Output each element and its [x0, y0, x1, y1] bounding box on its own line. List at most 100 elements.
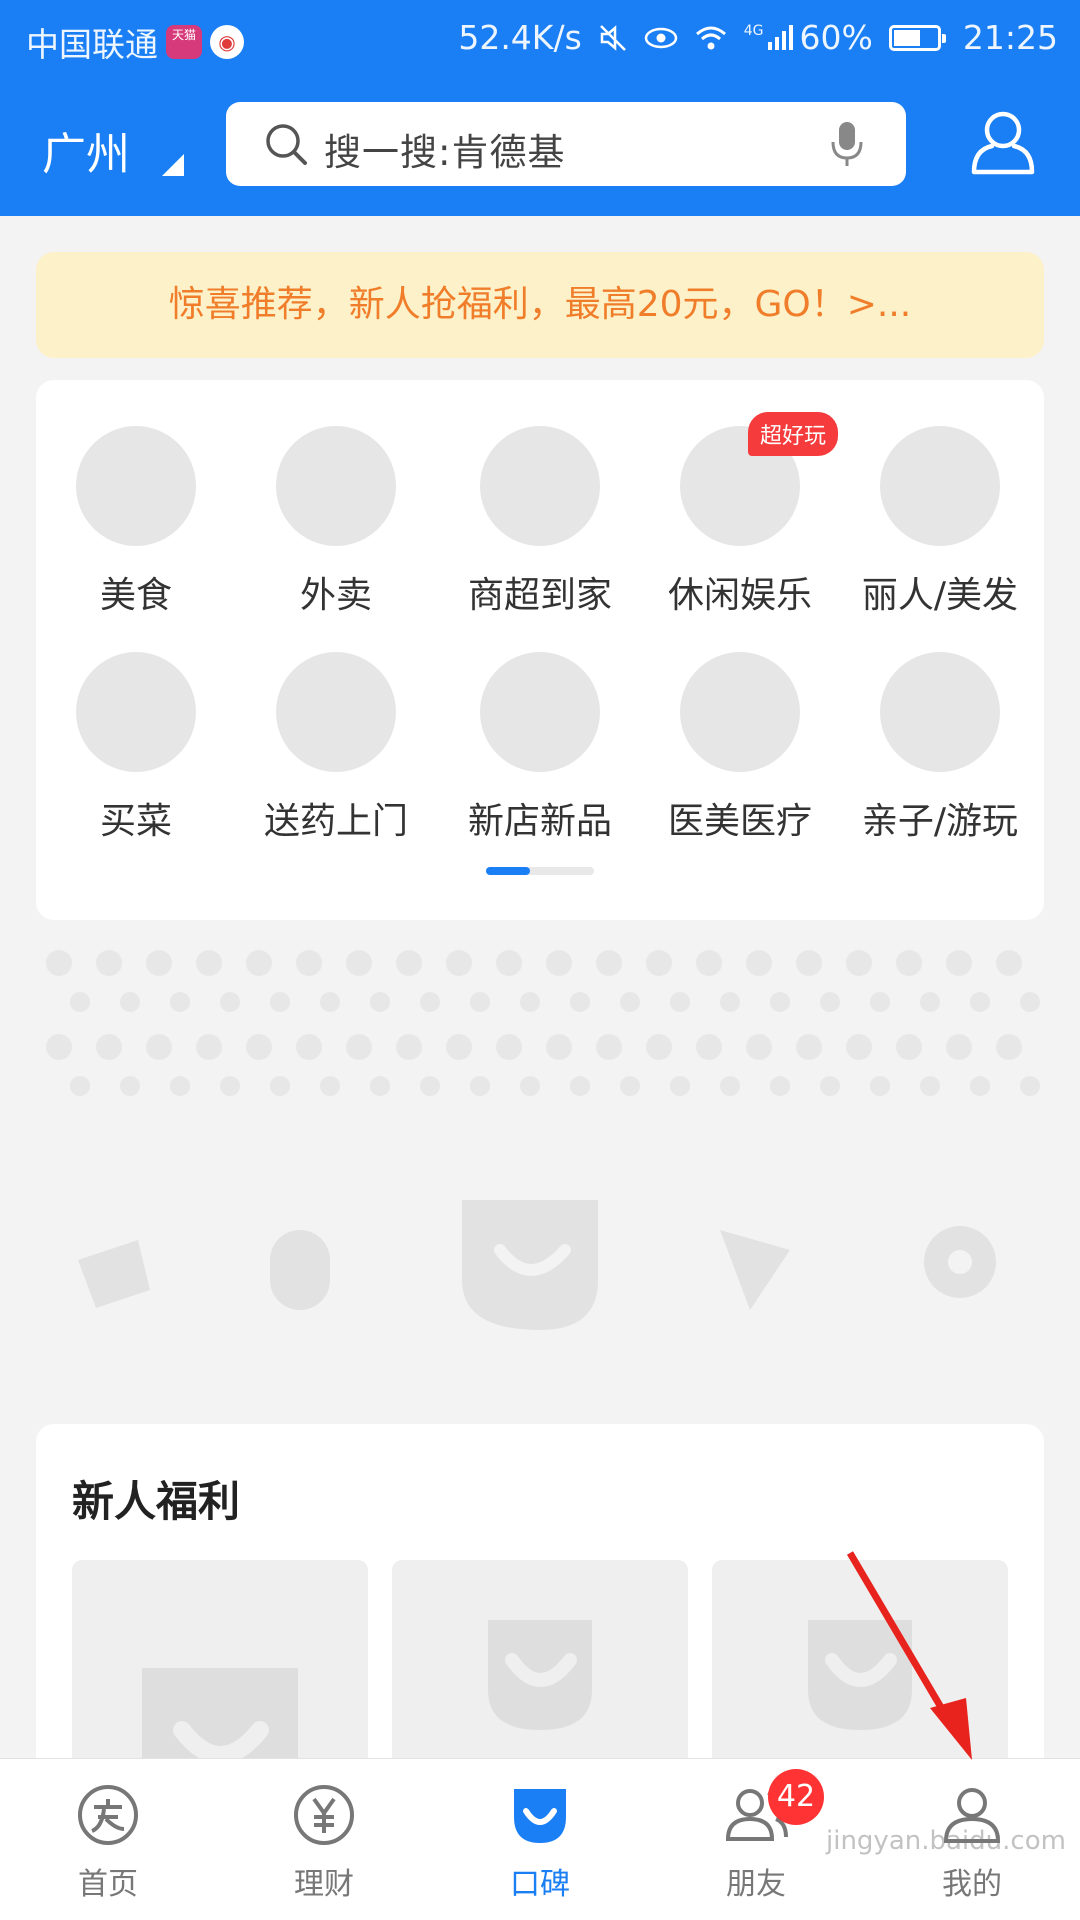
tab-label: 朋友	[726, 1867, 786, 1902]
pattern-glyph	[770, 1076, 790, 1096]
category-item[interactable]: 送药上门	[236, 652, 436, 844]
wifi-icon	[695, 26, 726, 49]
category-label: 丽人/美发	[861, 575, 1019, 616]
category-item[interactable]: 美食	[36, 426, 236, 618]
pattern-glyph	[120, 1076, 140, 1096]
promo-banner[interactable]: 惊喜推荐，新人抢福利，最高20元，GO！>...	[36, 252, 1044, 358]
category-label: 买菜	[99, 801, 172, 842]
pattern-glyph	[1020, 1076, 1040, 1096]
pattern-glyph	[220, 992, 240, 1012]
category-item[interactable]: 休闲娱乐 超好玩	[640, 412, 840, 618]
pattern-glyph	[346, 950, 372, 976]
search-bar[interactable]: 搜一搜:肯德基	[226, 102, 906, 186]
pattern-glyph	[246, 950, 272, 976]
pattern-glyph	[746, 950, 772, 976]
pattern-glyph	[620, 992, 640, 1012]
tab-yuan[interactable]: 理财	[216, 1759, 432, 1920]
section-title: 新人福利	[72, 1477, 241, 1526]
baidu-watermark: jingyan.baidu.com	[826, 1826, 1066, 1856]
decorative-icon-row	[78, 1200, 996, 1330]
pattern-glyph	[846, 950, 872, 976]
pattern-glyph	[370, 1076, 390, 1096]
pattern-glyph	[196, 1034, 222, 1060]
pattern-glyph	[296, 950, 322, 976]
pattern-glyph	[696, 950, 722, 976]
pattern-glyph	[920, 992, 940, 1012]
pattern-glyph	[320, 1076, 340, 1096]
pattern-glyph	[870, 1076, 890, 1096]
pattern-glyph	[120, 992, 140, 1012]
search-icon	[266, 124, 307, 165]
category-item[interactable]: 外卖	[236, 426, 436, 618]
yuan-icon	[292, 1783, 356, 1847]
pattern-glyph	[596, 950, 622, 976]
network-speed: 52.4K/s	[458, 18, 582, 57]
pattern-glyph	[520, 1076, 540, 1096]
category-icon	[880, 652, 1000, 772]
category-icon	[880, 426, 1000, 546]
pattern-glyph	[820, 1076, 840, 1096]
category-icon	[480, 652, 600, 772]
pattern-glyph	[646, 950, 672, 976]
pattern-glyph	[620, 1076, 640, 1096]
battery-percent: 60%	[799, 18, 873, 57]
pattern-glyph	[996, 950, 1022, 976]
city-dropdown-icon[interactable]	[162, 154, 184, 176]
pattern-glyph	[496, 950, 522, 976]
pattern-glyph	[496, 1034, 522, 1060]
pattern-glyph	[970, 992, 990, 1012]
pattern-glyph	[270, 992, 290, 1012]
pattern-glyph	[746, 1034, 772, 1060]
pattern-glyph	[320, 992, 340, 1012]
pattern-glyph	[870, 992, 890, 1012]
category-icon	[276, 426, 396, 546]
city-selector[interactable]: 广州	[42, 118, 130, 182]
tab-label: 首页	[78, 1867, 138, 1902]
category-label: 送药上门	[263, 801, 408, 842]
pattern-glyph	[246, 1034, 272, 1060]
clock: 21:25	[962, 18, 1058, 57]
decorative-pattern	[36, 940, 1044, 1110]
pattern-glyph	[646, 1034, 672, 1060]
tab-label: 口碑	[510, 1867, 570, 1902]
koubei-icon	[508, 1783, 572, 1847]
pattern-glyph	[46, 950, 72, 976]
category-card: 美食 外卖 商超到家 休闲娱乐 超好玩 丽人/美发买菜 送药上门 新店新品 医美医疗 亲子/游玩	[36, 380, 1044, 920]
pattern-glyph	[796, 950, 822, 976]
search-placeholder[interactable]: 搜一搜:肯德基	[324, 122, 565, 176]
category-item[interactable]: 医美医疗	[640, 652, 840, 844]
category-item[interactable]: 丽人/美发	[840, 426, 1040, 618]
pattern-glyph	[46, 1034, 72, 1060]
pattern-glyph	[720, 992, 740, 1012]
microphone-icon[interactable]	[830, 120, 864, 168]
hot-tag-badge: 超好玩	[747, 412, 838, 456]
tab-alipay[interactable]: 首页	[0, 1759, 216, 1920]
pattern-glyph	[896, 950, 922, 976]
pattern-glyph	[446, 950, 472, 976]
pattern-glyph	[196, 950, 222, 976]
pattern-glyph	[896, 1034, 922, 1060]
pattern-glyph	[396, 1034, 422, 1060]
user-profile-icon[interactable]	[968, 108, 1038, 178]
pattern-glyph	[370, 992, 390, 1012]
category-item[interactable]: 亲子/游玩	[840, 652, 1040, 844]
pattern-glyph	[1020, 992, 1040, 1012]
pattern-glyph	[146, 1034, 172, 1060]
pattern-glyph	[170, 992, 190, 1012]
category-item[interactable]: 商超到家	[440, 426, 640, 618]
network-type: 4G	[743, 22, 764, 39]
pattern-glyph	[720, 1076, 740, 1096]
tab-koubei[interactable]: 口碑	[432, 1759, 648, 1920]
mute-icon	[599, 24, 626, 51]
signal-icon	[767, 24, 793, 50]
pattern-glyph	[470, 1076, 490, 1096]
page-indicator	[486, 867, 594, 875]
category-icon	[680, 652, 800, 772]
category-item[interactable]: 新店新品	[440, 652, 640, 844]
category-label: 亲子/游玩	[861, 801, 1019, 842]
weibo-notification-icon: ◉	[210, 25, 244, 59]
tab-label: 我的	[942, 1867, 1002, 1902]
category-item[interactable]: 买菜	[36, 652, 236, 844]
pattern-glyph	[420, 992, 440, 1012]
pattern-glyph	[946, 1034, 972, 1060]
